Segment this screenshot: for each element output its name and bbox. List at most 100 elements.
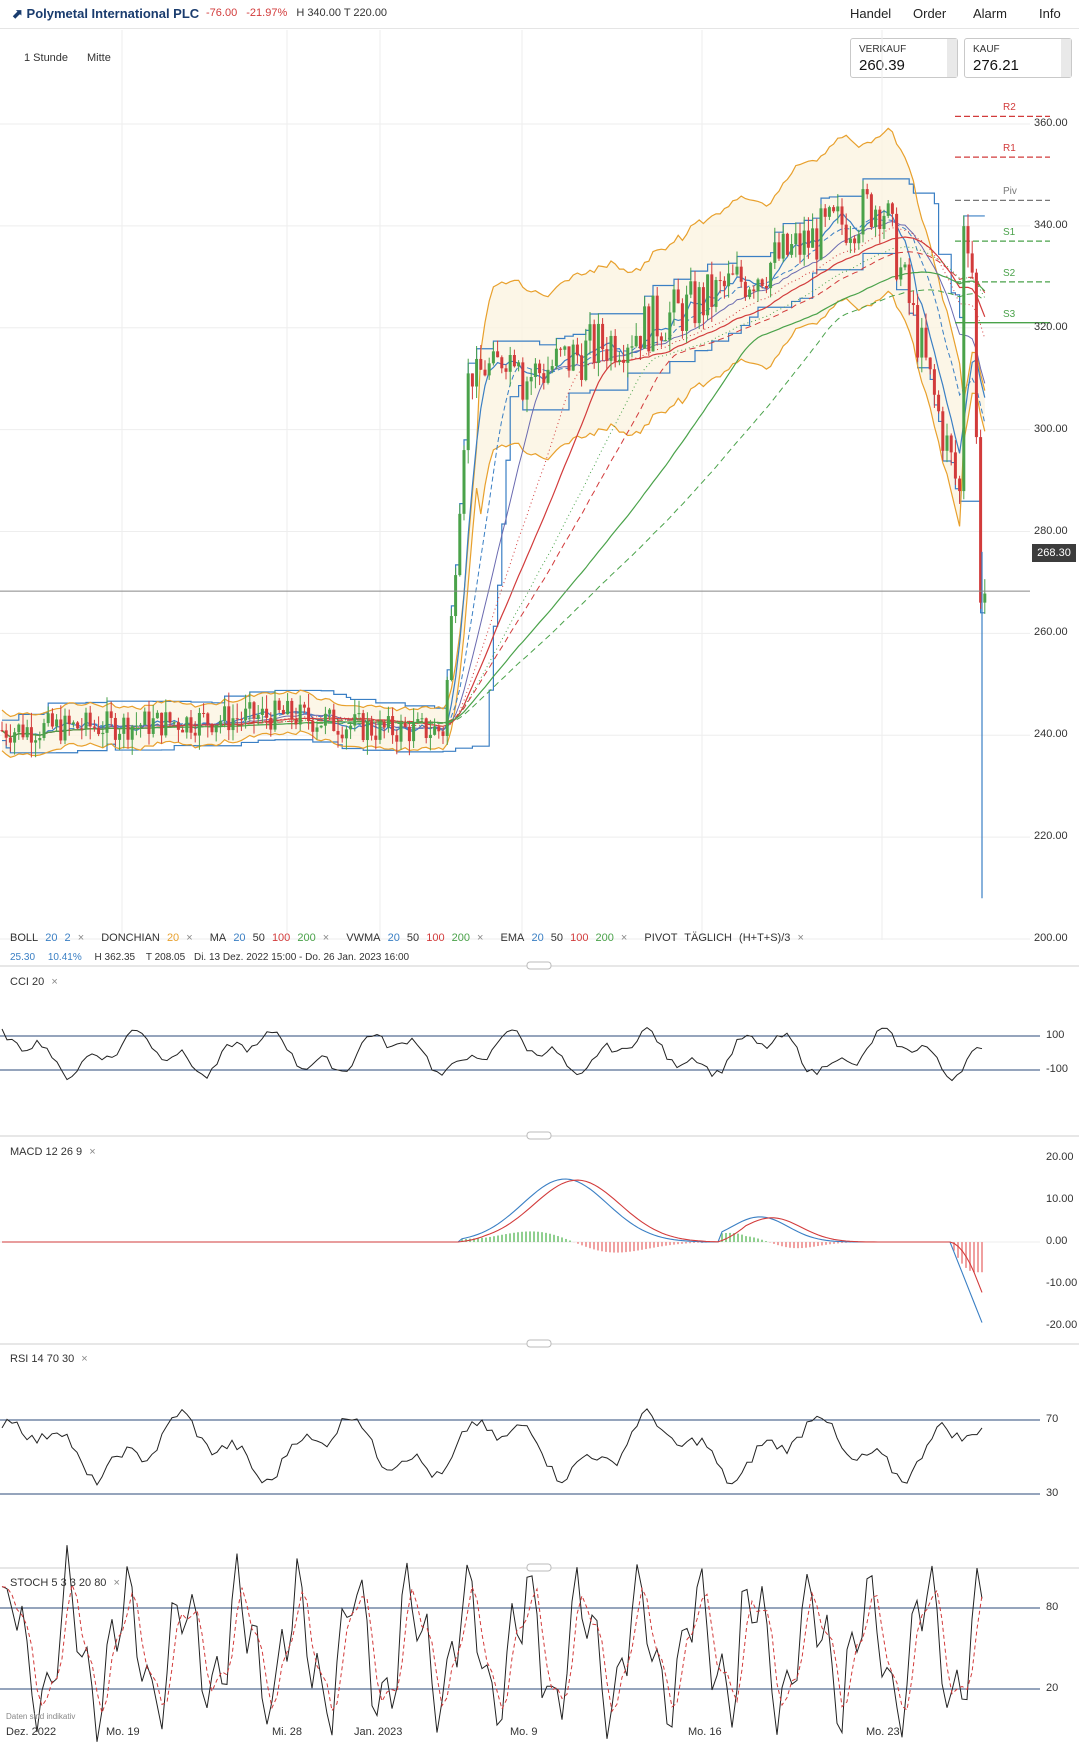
candle-body — [773, 242, 777, 263]
candle-body — [882, 215, 886, 229]
candle-body — [202, 712, 206, 714]
candle-body — [189, 717, 193, 733]
candle-body — [655, 295, 659, 337]
candle-body — [512, 355, 516, 367]
legend-ma[interactable]: MA — [210, 932, 227, 944]
macd-hist-bar — [789, 1242, 791, 1248]
candle-body — [706, 274, 710, 316]
macd-hist-bar — [557, 1236, 559, 1242]
candle-body — [269, 717, 273, 730]
legend-ma-100: 100 — [271, 932, 291, 944]
candle-body — [475, 358, 479, 387]
candle-body — [596, 323, 600, 363]
rsi-name[interactable]: RSI — [10, 1353, 28, 1365]
candle-body — [634, 335, 638, 347]
candle-body — [592, 324, 596, 363]
stoch-name[interactable]: STOCH — [10, 1577, 48, 1589]
legend-ema-20: 20 — [531, 932, 544, 944]
candle-body — [622, 359, 626, 363]
legend-pivot[interactable]: PIVOT — [644, 932, 677, 944]
candle-body — [46, 713, 50, 724]
remove-macd-icon[interactable]: × — [89, 1146, 95, 1158]
macd-hist-bar — [533, 1231, 535, 1242]
candle-body — [399, 722, 403, 742]
macd-params: 12 26 9 — [45, 1146, 83, 1158]
macd-hist-bar — [761, 1239, 763, 1242]
candle-body — [0, 730, 4, 732]
macd-hist-bar — [973, 1242, 975, 1273]
candle-body — [357, 713, 361, 715]
macd-tick-3: -10.00 — [1046, 1277, 1078, 1289]
stoch-tick-0: 80 — [1046, 1601, 1059, 1613]
cci-tick-1: -100 — [1046, 1063, 1069, 1075]
candle-body — [8, 737, 12, 743]
legend-pivot-p2: (H+T+S)/3 — [739, 932, 791, 944]
remove-vwma-icon[interactable]: × — [477, 932, 483, 944]
candle-body — [567, 346, 571, 371]
cci-name[interactable]: CCI — [10, 976, 29, 988]
rsi-label: RSI 14 70 30 × — [10, 1353, 102, 1365]
legend-boll[interactable]: BOLL — [10, 932, 38, 944]
candle-body — [197, 712, 201, 736]
candle-body — [546, 369, 550, 383]
legend-donchian[interactable]: DONCHIAN — [101, 932, 160, 944]
macd-hist-bar — [509, 1233, 511, 1242]
candle-body — [466, 373, 470, 451]
candle-body — [781, 233, 785, 259]
macd-hist-bar — [481, 1237, 483, 1242]
candle-body — [294, 719, 298, 725]
candle-body — [483, 369, 487, 376]
cci-params: 20 — [32, 976, 45, 988]
candle-body — [840, 206, 844, 225]
macd-hist-bar — [801, 1242, 803, 1249]
remove-stoch-icon[interactable]: × — [114, 1577, 120, 1589]
chart-canvas[interactable] — [0, 0, 1079, 1745]
legend-vwma[interactable]: VWMA — [346, 932, 380, 944]
candle-body — [109, 711, 113, 718]
macd-hist-bar — [669, 1242, 671, 1246]
rsi-tick-1: 30 — [1046, 1487, 1059, 1499]
legend-vwma-200: 200 — [451, 932, 470, 944]
remove-ema-icon[interactable]: × — [621, 932, 627, 944]
candle-body — [819, 208, 823, 260]
macd-hist-bar — [549, 1233, 551, 1242]
info-high: H 362.35 — [94, 952, 136, 963]
macd-hist-bar — [561, 1237, 563, 1242]
candle-body — [739, 266, 743, 282]
candle-body — [554, 348, 558, 367]
candle-body — [743, 281, 747, 298]
candle-body — [953, 452, 957, 479]
candle-body — [382, 721, 386, 728]
candle-body — [680, 303, 684, 331]
candle-body — [454, 575, 458, 617]
candle-body — [714, 280, 718, 307]
price-tick-3: 300.00 — [1034, 422, 1068, 435]
candle-body — [617, 359, 621, 362]
remove-ma-icon[interactable]: × — [323, 932, 329, 944]
macd-label: MACD 12 26 9 × — [10, 1146, 110, 1158]
candle-body — [332, 709, 336, 732]
macd-name[interactable]: MACD — [10, 1146, 42, 1158]
candle-body — [118, 733, 122, 740]
price-tick-4: 280.00 — [1034, 524, 1068, 537]
legend-ema[interactable]: EMA — [501, 932, 525, 944]
price-tick-7: 220.00 — [1034, 830, 1068, 843]
candle-body — [538, 363, 542, 374]
remove-donchian-icon[interactable]: × — [186, 932, 192, 944]
macd-hist-bar — [805, 1242, 807, 1248]
candle-body — [315, 727, 319, 732]
candle-body — [924, 327, 928, 358]
remove-boll-icon[interactable]: × — [78, 932, 84, 944]
pivot-label-Piv: Piv — [1003, 186, 1017, 198]
cci-tick-0: 100 — [1046, 1029, 1065, 1041]
candle-body — [735, 266, 739, 275]
candle-body — [101, 732, 105, 735]
remove-rsi-icon[interactable]: × — [81, 1353, 87, 1365]
candle-body — [903, 264, 907, 268]
macd-hist-bar — [817, 1242, 819, 1247]
cci-label: CCI 20 × — [10, 976, 72, 988]
candle-body — [932, 369, 936, 395]
remove-cci-icon[interactable]: × — [51, 976, 57, 988]
remove-pivot-icon[interactable]: × — [797, 932, 803, 944]
macd-hist-bar — [569, 1240, 571, 1242]
